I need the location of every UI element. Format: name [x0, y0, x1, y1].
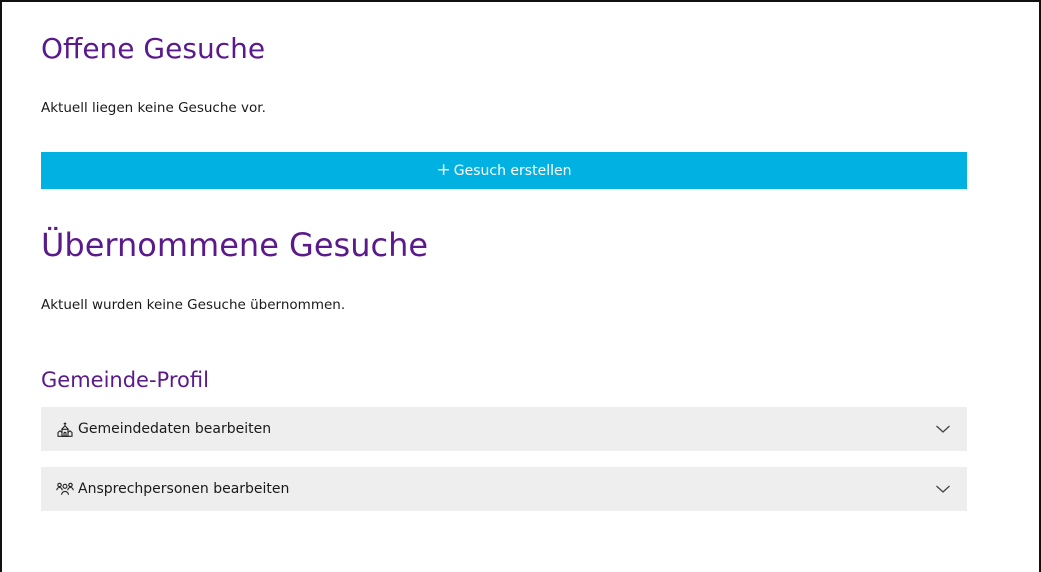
gesuch-erstellen-button[interactable]: + Gesuch erstellen [41, 152, 967, 189]
uebernommene-gesuche-title: Übernommene Gesuche [41, 226, 429, 264]
chevron-down-icon[interactable] [935, 424, 951, 434]
offene-gesuche-title: Offene Gesuche [41, 32, 266, 65]
accordion-gemeindedaten[interactable]: Gemeindedaten bearbeiten [41, 407, 967, 451]
uebernommene-gesuche-empty-text: Aktuell wurden keine Gesuche übernommen. [41, 297, 346, 313]
offene-gesuche-empty-text: Aktuell liegen keine Gesuche vor. [41, 100, 266, 116]
gesuch-erstellen-label: Gesuch erstellen [453, 162, 572, 179]
accordion-label-ansprechpersonen: Ansprechpersonen bearbeiten [78, 481, 290, 497]
accordion-ansprechpersonen[interactable]: Ansprechpersonen bearbeiten [41, 467, 967, 511]
accordion-label-gemeindedaten: Gemeindedaten bearbeiten [78, 421, 272, 437]
plus-icon: + [436, 160, 451, 180]
chevron-down-icon[interactable] [935, 484, 951, 494]
church-icon [56, 421, 74, 437]
people-icon [56, 481, 74, 497]
gemeinde-profil-title: Gemeinde-Profil [41, 368, 209, 392]
